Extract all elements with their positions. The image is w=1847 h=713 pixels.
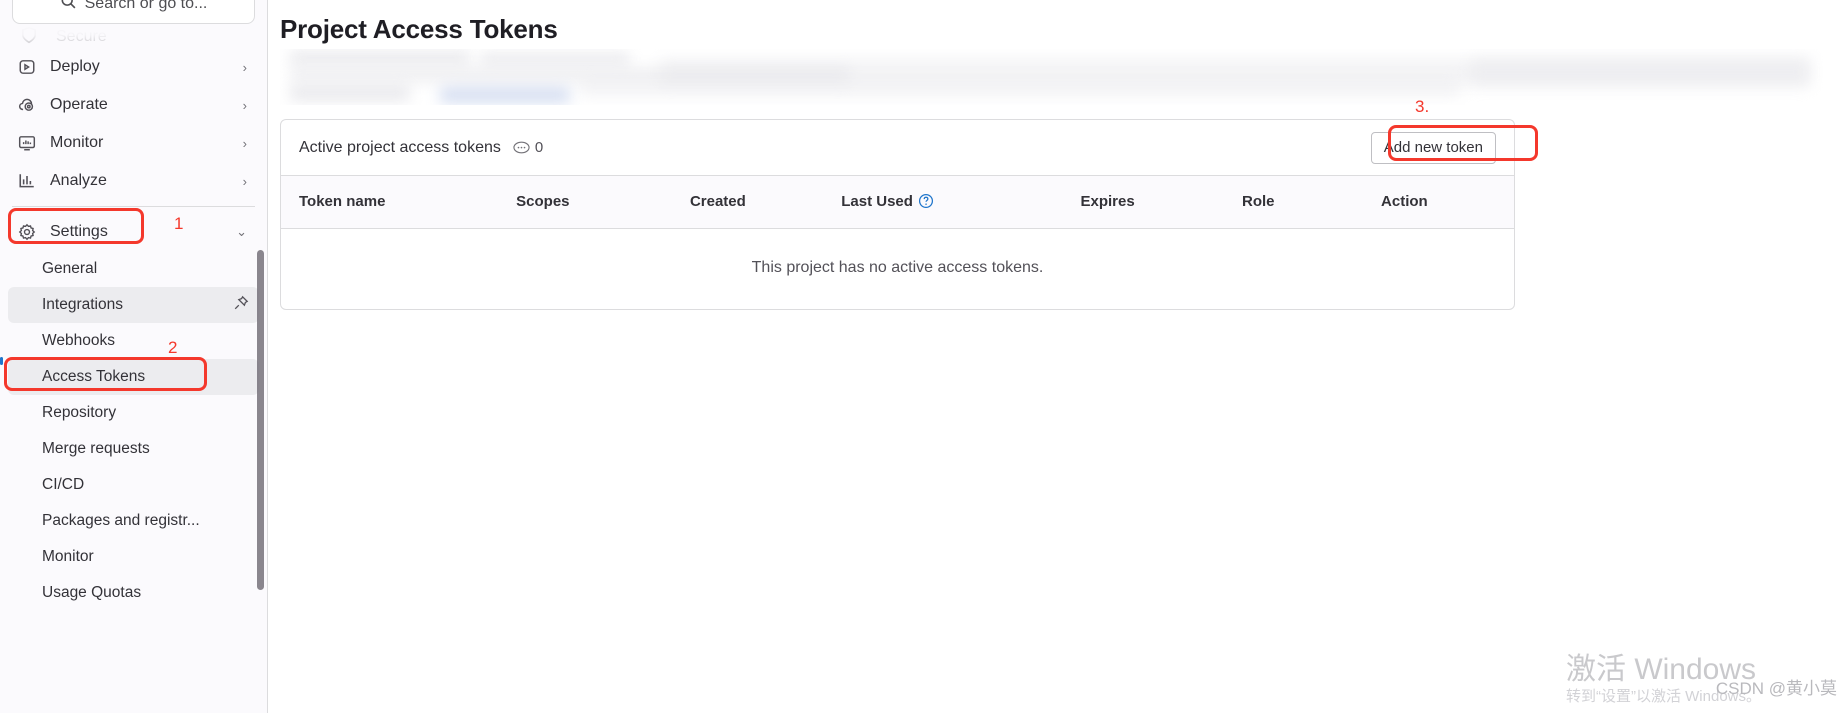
sidebar-item-analyze[interactable]: Analyze › bbox=[8, 162, 259, 200]
sidebar-nav: Deploy › Operate › Monitor › Analyze › S… bbox=[0, 48, 267, 611]
sidebar-item-packages-and-registries[interactable]: Packages and registr... bbox=[8, 503, 259, 539]
sidebar-item-secure[interactable]: Secure bbox=[0, 22, 267, 52]
column-header-scopes: Scopes bbox=[516, 176, 690, 229]
page-title: Project Access Tokens bbox=[280, 14, 558, 44]
sidebar-item-deploy[interactable]: Deploy › bbox=[8, 48, 259, 86]
sidebar-item-access-tokens[interactable]: Access Tokens bbox=[0, 357, 259, 395]
sidebar-item-monitor-settings-label: Monitor bbox=[42, 548, 94, 565]
sidebar-item-integrations-label: Integrations bbox=[42, 296, 123, 313]
csdn-watermark: CSDN @黄小莫 bbox=[1715, 679, 1837, 698]
table-header-row: Token name Scopes Created Last Used Expi… bbox=[281, 176, 1514, 229]
rocket-icon bbox=[18, 58, 42, 76]
token-icon bbox=[513, 141, 530, 154]
sidebar-item-merge-requests-label: Merge requests bbox=[42, 440, 150, 457]
sidebar-item-packages-label: Packages and registr... bbox=[42, 512, 200, 529]
sidebar-item-cicd-label: CI/CD bbox=[42, 476, 85, 493]
sidebar-item-settings-label: Settings bbox=[50, 223, 108, 240]
access-tokens-table: Token name Scopes Created Last Used Expi… bbox=[281, 176, 1514, 309]
sidebar-item-deploy-label: Deploy bbox=[50, 58, 100, 75]
sidebar-scrollbar[interactable] bbox=[257, 250, 264, 590]
table-head: Token name Scopes Created Last Used Expi… bbox=[281, 176, 1514, 229]
main-content: Project Access Tokens Active project acc… bbox=[268, 0, 1847, 713]
column-header-expires: Expires bbox=[1080, 176, 1243, 229]
sidebar-item-monitor[interactable]: Monitor › bbox=[8, 124, 259, 162]
app-root: Secure Search or go to... Deploy › Opera… bbox=[0, 0, 1847, 713]
sidebar-item-monitor-settings[interactable]: Monitor bbox=[8, 539, 259, 575]
chart-icon bbox=[18, 172, 42, 190]
sidebar-item-webhooks-label: Webhooks bbox=[42, 332, 115, 349]
sidebar-item-monitor-label: Monitor bbox=[50, 134, 104, 151]
annotation-number-2: 2 bbox=[168, 338, 178, 357]
monitor-icon bbox=[18, 134, 42, 152]
search-placeholder-text: Search or go to... bbox=[84, 0, 208, 12]
column-header-token-name: Token name bbox=[281, 176, 517, 229]
token-count-value: 0 bbox=[534, 139, 544, 156]
column-header-last-used-label: Last Used bbox=[841, 193, 913, 211]
chevron-right-icon: › bbox=[242, 135, 247, 151]
sidebar-item-general-label: General bbox=[42, 260, 98, 277]
sidebar-item-merge-requests[interactable]: Merge requests bbox=[8, 431, 259, 467]
table-empty-row: This project has no active access tokens… bbox=[281, 228, 1514, 309]
annotation-number-3: 3. bbox=[1415, 97, 1430, 116]
shield-icon bbox=[20, 26, 38, 49]
search-container: Search or go to... bbox=[12, 0, 255, 24]
column-header-role: Role bbox=[1242, 176, 1382, 229]
card-title: Active project access tokens bbox=[299, 138, 501, 156]
chevron-right-icon: › bbox=[242, 173, 247, 189]
chevron-right-icon: › bbox=[242, 97, 247, 113]
column-header-last-used: Last Used bbox=[841, 176, 1081, 229]
search-icon bbox=[60, 0, 77, 15]
question-circle-icon[interactable] bbox=[918, 193, 934, 209]
chevron-down-icon: ⌄ bbox=[236, 224, 247, 239]
column-header-created: Created bbox=[689, 176, 842, 229]
sidebar-item-secure-label: Secure bbox=[56, 28, 107, 45]
sidebar-item-integrations[interactable]: Integrations bbox=[8, 287, 259, 323]
table-body: This project has no active access tokens… bbox=[281, 228, 1514, 309]
sidebar-item-analyze-label: Analyze bbox=[50, 172, 107, 189]
sidebar-item-webhooks[interactable]: Webhooks bbox=[8, 323, 259, 359]
card-header: Active project access tokens 0 Add new t… bbox=[281, 120, 1514, 176]
column-header-action: Action bbox=[1381, 176, 1514, 229]
sidebar-item-general[interactable]: General bbox=[8, 251, 259, 287]
access-tokens-card: Active project access tokens 0 Add new t… bbox=[280, 119, 1515, 310]
cloud-icon bbox=[18, 96, 42, 114]
search-input[interactable]: Search or go to... bbox=[12, 0, 255, 24]
sidebar-item-access-tokens-label: Access Tokens bbox=[42, 368, 146, 385]
gear-icon bbox=[18, 223, 42, 241]
pin-icon[interactable] bbox=[233, 295, 249, 316]
sidebar-item-cicd[interactable]: CI/CD bbox=[8, 467, 259, 503]
sidebar-item-repository[interactable]: Repository bbox=[8, 395, 259, 431]
annotation-number-1: 1 bbox=[174, 214, 184, 233]
sidebar-item-usage-quotas[interactable]: Usage Quotas bbox=[8, 575, 259, 611]
token-count-badge: 0 bbox=[513, 139, 543, 156]
sidebar-item-usage-quotas-label: Usage Quotas bbox=[42, 584, 142, 601]
sidebar-item-settings[interactable]: Settings ⌄ bbox=[8, 213, 259, 251]
empty-state-message: This project has no active access tokens… bbox=[751, 258, 1044, 276]
redacted-description bbox=[280, 49, 1827, 105]
add-new-token-button[interactable]: Add new token bbox=[1370, 131, 1496, 164]
sidebar-item-repository-label: Repository bbox=[42, 404, 117, 421]
sidebar: Secure Search or go to... Deploy › Opera… bbox=[0, 0, 268, 713]
sidebar-divider bbox=[12, 206, 255, 207]
sidebar-item-operate[interactable]: Operate › bbox=[8, 86, 259, 124]
chevron-right-icon: › bbox=[242, 59, 247, 75]
sidebar-item-operate-label: Operate bbox=[50, 96, 108, 113]
